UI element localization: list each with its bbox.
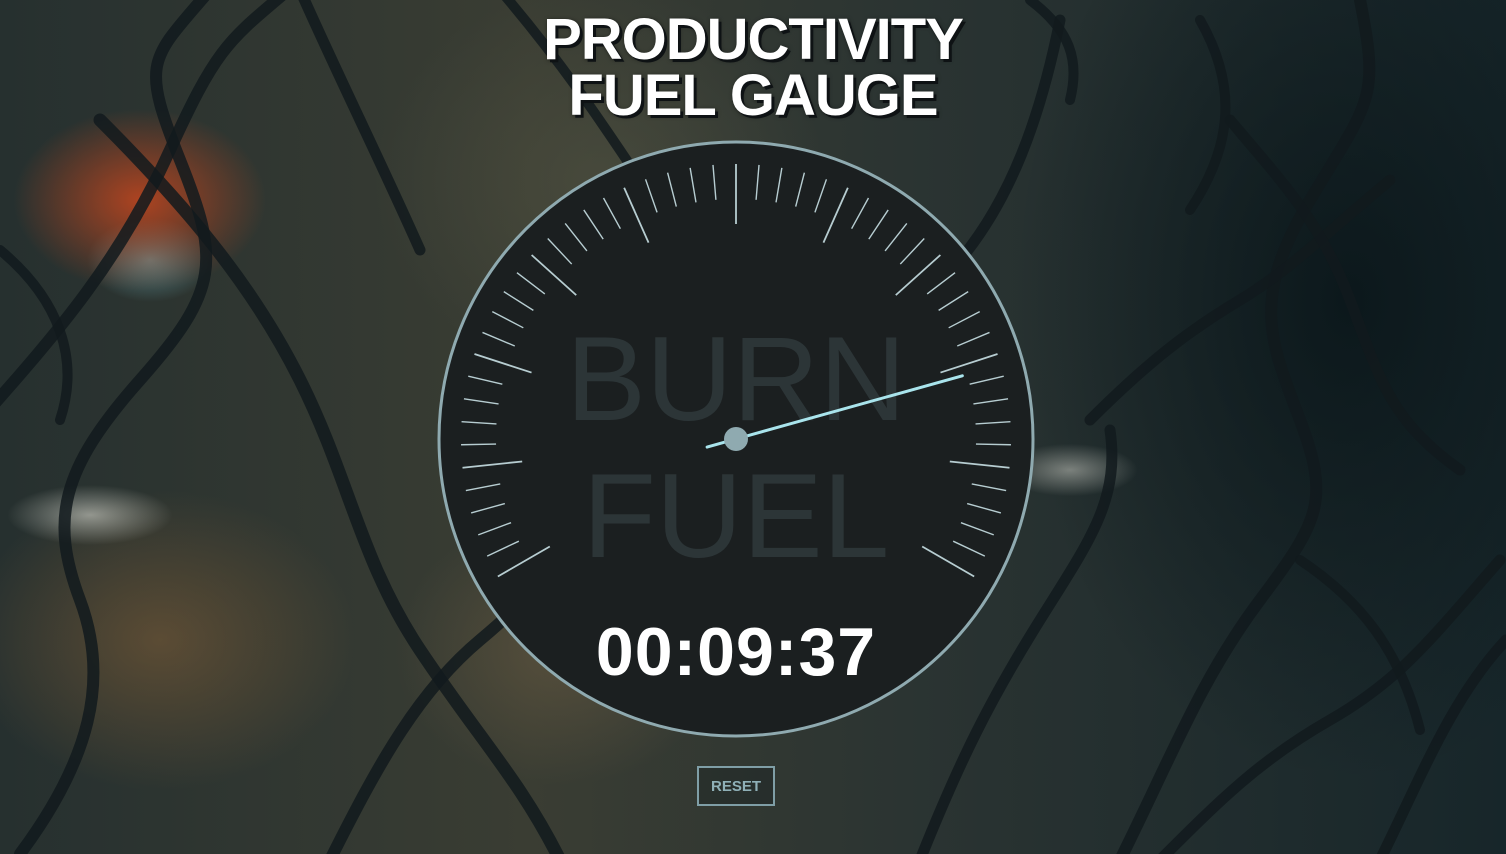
- gauge-tick: [975, 443, 1011, 446]
- page-title-line-2: FUEL GAUGE: [568, 63, 938, 128]
- gauge-watermark-burn: BURN: [566, 312, 906, 446]
- page-title-line-1: PRODUCTIVITY: [543, 7, 964, 72]
- elapsed-time: 00:09:37: [595, 614, 877, 690]
- reset-button[interactable]: RESET: [697, 766, 775, 806]
- page-title: PRODUCTIVITY FUEL GAUGE: [0, 7, 1506, 128]
- gauge-tick: [461, 443, 497, 446]
- gauge-hub: [724, 427, 748, 451]
- gauge-watermark-fuel: FUEL: [583, 449, 890, 583]
